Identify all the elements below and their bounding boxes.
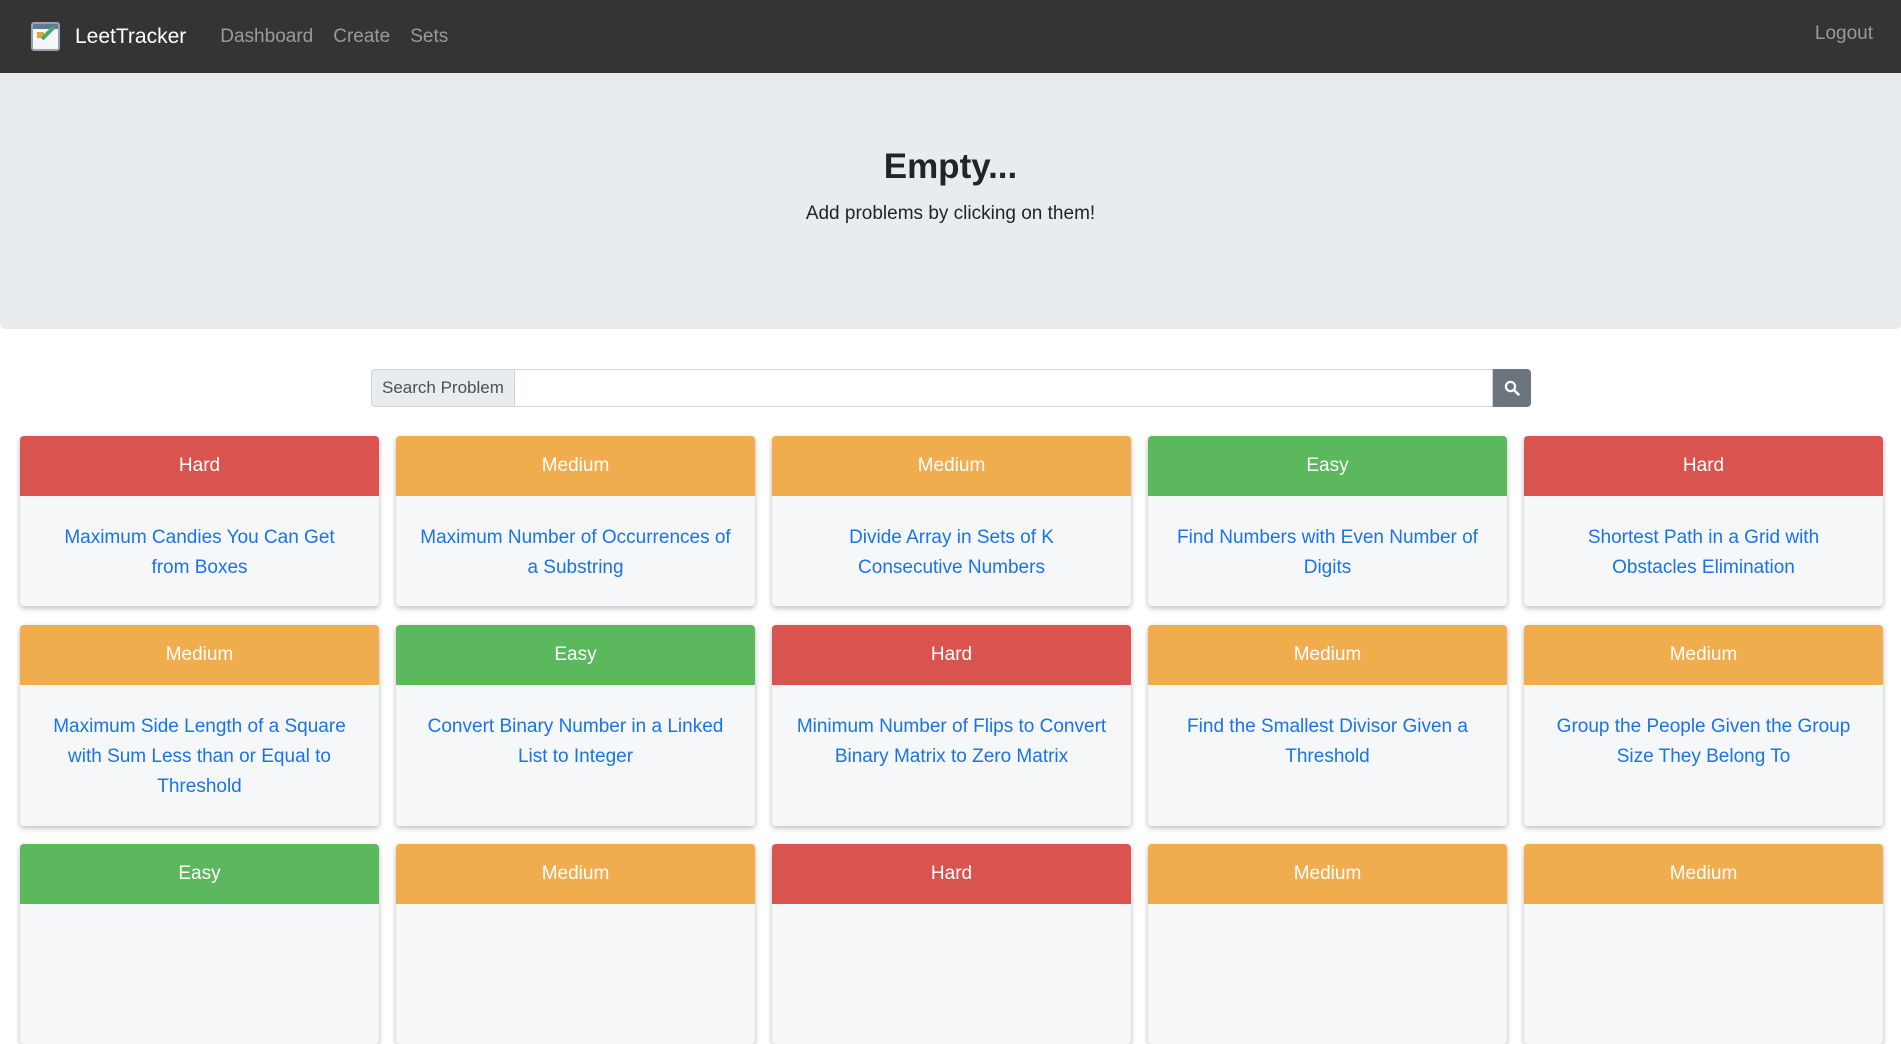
problem-title-link[interactable]: [396, 904, 755, 957]
logout-link[interactable]: Logout: [1815, 23, 1873, 45]
brand[interactable]: LeetTracker: [31, 22, 186, 51]
difficulty-badge: Hard: [772, 625, 1131, 685]
problem-card[interactable]: Hard Maximum Candies You Can Get from Box…: [20, 436, 379, 606]
difficulty-badge: Easy: [20, 844, 379, 904]
problem-title-link[interactable]: Find the Smallest Divisor Given a Thresh…: [1148, 685, 1507, 798]
problem-card[interactable]: Easy: [20, 844, 379, 1044]
problem-title-link[interactable]: Divide Array in Sets of K Consecutive Nu…: [772, 496, 1131, 606]
problem-card[interactable]: Medium Maximum Side Length of a Square wi…: [20, 625, 379, 826]
difficulty-badge: Medium: [396, 436, 755, 496]
difficulty-badge: Hard: [772, 844, 1131, 904]
problem-title-link[interactable]: [772, 904, 1131, 957]
search-icon: [1504, 380, 1520, 396]
problem-card[interactable]: Medium: [1148, 844, 1507, 1044]
difficulty-badge: Easy: [1148, 436, 1507, 496]
problem-card[interactable]: Hard: [772, 844, 1131, 1044]
difficulty-badge: Medium: [772, 436, 1131, 496]
nav-link-create[interactable]: Create: [333, 26, 390, 48]
problem-title-link[interactable]: [20, 904, 379, 957]
problem-title-link[interactable]: [1148, 904, 1507, 957]
problem-card[interactable]: Medium Find the Smallest Divisor Given a …: [1148, 625, 1507, 826]
problem-card[interactable]: Medium: [396, 844, 755, 1044]
search-bar: Search Problem: [371, 369, 1531, 407]
problem-card[interactable]: Hard Shortest Path in a Grid with Obstacl…: [1524, 436, 1883, 606]
difficulty-badge: Medium: [396, 844, 755, 904]
problem-title-link[interactable]: Maximum Side Length of a Square with Sum…: [20, 685, 379, 826]
problem-title-link[interactable]: Minimum Number of Flips to Convert Binar…: [772, 685, 1131, 798]
banner-title: Empty...: [883, 147, 1018, 186]
problem-title-link[interactable]: Maximum Number of Occurrences of a Subst…: [396, 496, 755, 606]
logo-icon: [31, 22, 60, 51]
problem-title-link[interactable]: Convert Binary Number in a Linked List t…: [396, 685, 755, 798]
problem-title-link[interactable]: Maximum Candies You Can Get from Boxes: [20, 496, 379, 606]
problem-card[interactable]: Medium Group the People Given the Group S…: [1524, 625, 1883, 826]
difficulty-badge: Hard: [1524, 436, 1883, 496]
problem-card[interactable]: Medium: [1524, 844, 1883, 1044]
nav-link-sets[interactable]: Sets: [410, 26, 448, 48]
problem-title-link[interactable]: Shortest Path in a Grid with Obstacles E…: [1524, 496, 1883, 606]
empty-set-banner: Empty... Add problems by clicking on the…: [0, 73, 1901, 329]
problem-title-link[interactable]: Group the People Given the Group Size Th…: [1524, 685, 1883, 798]
nav-link-dashboard[interactable]: Dashboard: [220, 26, 313, 48]
search-input[interactable]: [513, 369, 1493, 407]
problem-card[interactable]: Easy Find Numbers with Even Number of Dig…: [1148, 436, 1507, 606]
nav-links: Dashboard Create Sets: [220, 26, 468, 48]
difficulty-badge: Medium: [1524, 625, 1883, 685]
problem-card[interactable]: Easy Convert Binary Number in a Linked Li…: [396, 625, 755, 826]
difficulty-badge: Medium: [1524, 844, 1883, 904]
difficulty-badge: Hard: [20, 436, 379, 496]
problem-card[interactable]: Medium Divide Array in Sets of K Consecut…: [772, 436, 1131, 606]
brand-name[interactable]: LeetTracker: [75, 25, 186, 49]
problem-card[interactable]: Medium Maximum Number of Occurrences of a…: [396, 436, 755, 606]
difficulty-badge: Medium: [1148, 625, 1507, 685]
search-button[interactable]: [1493, 369, 1531, 407]
problem-title-link[interactable]: [1524, 904, 1883, 957]
banner-subtitle: Add problems by clicking on them!: [805, 203, 1096, 224]
navbar: LeetTracker Dashboard Create Sets Logout: [0, 0, 1901, 73]
search-label: Search Problem: [371, 369, 514, 407]
difficulty-badge: Medium: [1148, 844, 1507, 904]
problem-title-link[interactable]: Find Numbers with Even Number of Digits: [1148, 496, 1507, 606]
difficulty-badge: Medium: [20, 625, 379, 685]
difficulty-badge: Easy: [396, 625, 755, 685]
problem-card[interactable]: Hard Minimum Number of Flips to Convert B…: [772, 625, 1131, 826]
